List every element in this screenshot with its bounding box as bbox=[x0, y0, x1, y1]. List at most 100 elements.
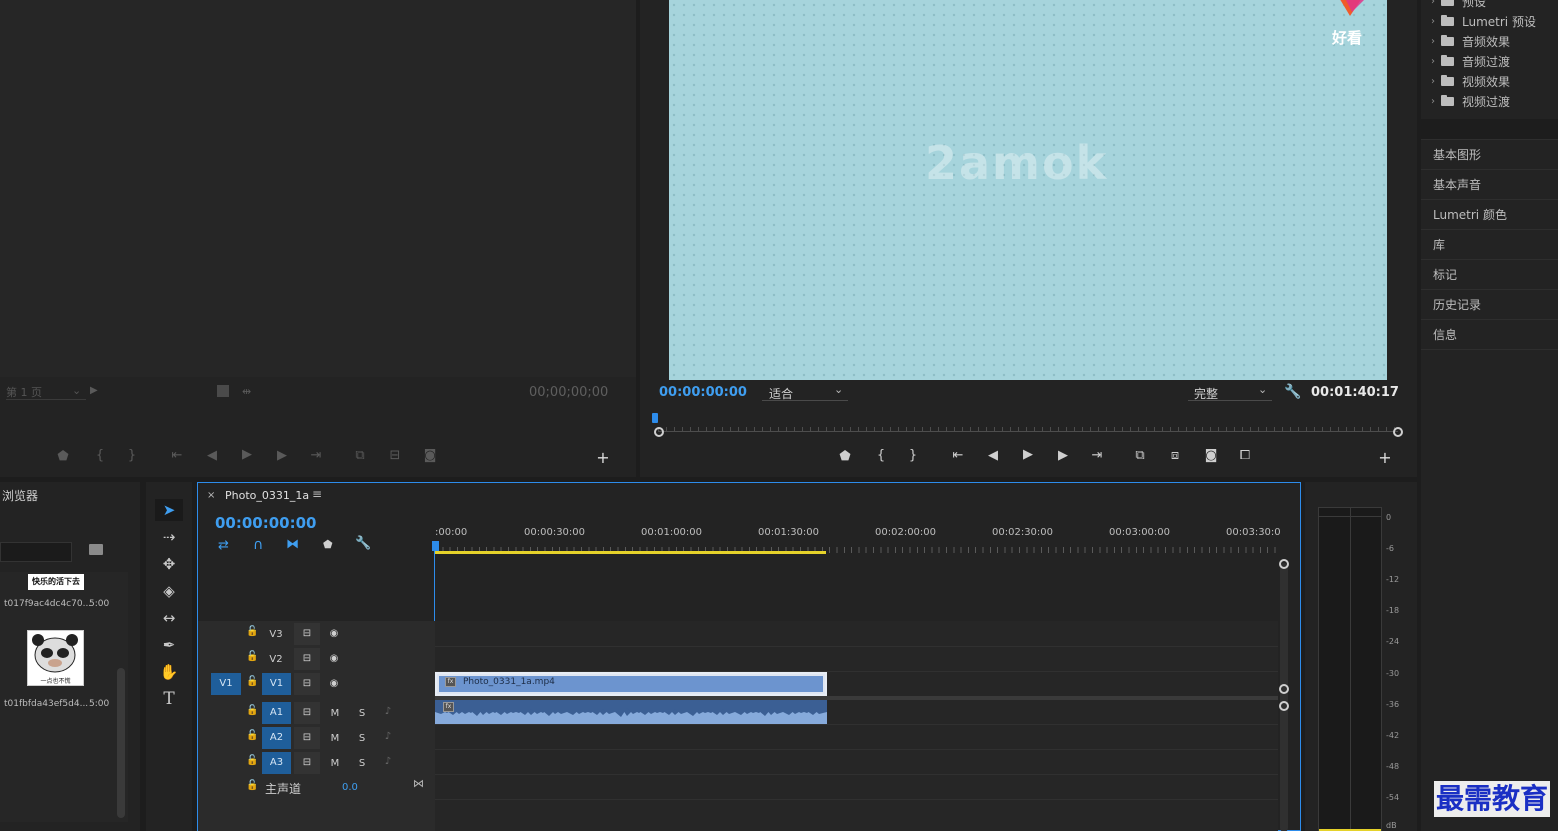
project-panel-title[interactable]: 浏览器 bbox=[2, 487, 38, 504]
tree-item-video-transitions[interactable]: › 视频过渡 bbox=[1425, 91, 1555, 111]
track-label-v3[interactable]: V3 bbox=[265, 629, 287, 640]
lock-icon[interactable]: 🔓 bbox=[246, 676, 258, 687]
panel-markers[interactable]: 标记 bbox=[1421, 259, 1558, 288]
add-button-icon[interactable]: + bbox=[1374, 448, 1396, 467]
close-icon[interactable]: × bbox=[207, 490, 215, 501]
solo-button[interactable]: S bbox=[355, 758, 369, 769]
track-label-a1[interactable]: A1 bbox=[262, 702, 291, 724]
mark-out-icon[interactable]: } bbox=[121, 448, 143, 463]
mark-out-icon[interactable]: } bbox=[902, 448, 924, 463]
tree-item-presets[interactable]: › 预设 bbox=[1425, 0, 1555, 11]
track-label-v1[interactable]: V1 bbox=[262, 673, 291, 695]
audio-clip[interactable]: fx bbox=[435, 700, 827, 724]
step-forward-icon[interactable]: ▶ bbox=[271, 448, 293, 463]
pen-tool-icon[interactable]: ✒ bbox=[155, 634, 183, 656]
extract-icon[interactable]: ⧈ bbox=[1164, 448, 1186, 463]
nest-icon[interactable]: ⇄ bbox=[218, 538, 229, 553]
tree-item-lumetri-presets[interactable]: › Lumetri 预设 bbox=[1425, 11, 1555, 31]
marker-icon[interactable]: ⬟ bbox=[834, 449, 856, 464]
mute-button[interactable]: M bbox=[328, 758, 342, 769]
panel-info[interactable]: 信息 bbox=[1421, 319, 1558, 348]
hand-tool-icon[interactable]: ✋ bbox=[155, 661, 183, 683]
scroll-handle-video[interactable] bbox=[1279, 684, 1289, 694]
lift-icon[interactable]: ⧉ bbox=[1129, 448, 1151, 463]
export-frame-icon[interactable] bbox=[217, 385, 229, 397]
snap-magnet-icon[interactable]: ∩ bbox=[253, 537, 263, 553]
step-forward-icon[interactable]: ▶ bbox=[1052, 448, 1074, 463]
mark-in-icon[interactable]: { bbox=[870, 448, 892, 463]
panel-essential-graphics[interactable]: 基本图形 bbox=[1421, 139, 1558, 168]
master-volume-value[interactable]: 0.0 bbox=[342, 782, 358, 793]
panel-essential-sound[interactable]: 基本声音 bbox=[1421, 169, 1558, 198]
project-item-thumbnail[interactable]: 快乐的活下去 bbox=[28, 574, 84, 590]
zoom-handle-right[interactable] bbox=[1393, 427, 1403, 437]
add-button-icon[interactable]: + bbox=[592, 448, 614, 467]
scroll-handle-audio[interactable] bbox=[1279, 701, 1289, 711]
track-output-icon[interactable]: ⊟ bbox=[299, 707, 315, 718]
panel-libraries[interactable]: 库 bbox=[1421, 229, 1558, 258]
compare-view-icon[interactable]: ⧠ bbox=[1234, 448, 1256, 463]
timeline-scrollbar[interactable] bbox=[1280, 563, 1288, 831]
track-label-v2[interactable]: V2 bbox=[265, 654, 287, 665]
step-back-icon[interactable]: ◀ bbox=[982, 448, 1004, 463]
track-output-icon[interactable]: ⊟ bbox=[299, 653, 315, 664]
microphone-icon[interactable]: ♪ bbox=[381, 706, 395, 717]
mark-in-icon[interactable]: { bbox=[89, 448, 111, 463]
play-small-icon[interactable]: ▶ bbox=[90, 385, 98, 396]
source-patch-v1[interactable]: V1 bbox=[211, 673, 241, 695]
project-item-name[interactable]: t01fbfda43ef5d4... bbox=[4, 699, 88, 709]
ripple-edit-tool-icon[interactable]: ✥ bbox=[155, 553, 183, 575]
marker-icon[interactable]: ⬟ bbox=[52, 449, 74, 464]
zoom-handle-left[interactable] bbox=[654, 427, 664, 437]
solo-button[interactable]: S bbox=[355, 733, 369, 744]
linked-selection-icon[interactable]: ⧓ bbox=[286, 537, 299, 552]
type-tool-icon[interactable]: T bbox=[155, 688, 183, 710]
go-to-out-icon[interactable]: ⇥ bbox=[305, 448, 327, 463]
insert-icon[interactable]: ⇹ bbox=[242, 385, 251, 398]
go-to-in-icon[interactable]: ⇤ bbox=[947, 448, 969, 463]
lock-icon[interactable]: 🔓 bbox=[246, 626, 258, 637]
insert-clip-icon[interactable]: ⧉ bbox=[349, 448, 371, 463]
page-select[interactable]: 第 1 页 ⌄ bbox=[6, 384, 86, 400]
razor-tool-icon[interactable]: ◈ bbox=[155, 580, 183, 602]
go-to-out-icon[interactable]: ⇥ bbox=[1086, 448, 1108, 463]
overwrite-clip-icon[interactable]: ⊟ bbox=[384, 448, 406, 463]
track-label-a3[interactable]: A3 bbox=[262, 752, 291, 774]
source-timecode[interactable]: 00;00;00;00 bbox=[529, 385, 608, 400]
microphone-icon[interactable]: ♪ bbox=[381, 731, 395, 742]
panel-lumetri-color[interactable]: Lumetri 颜色 bbox=[1421, 199, 1558, 228]
project-search-input[interactable] bbox=[0, 542, 72, 562]
slip-tool-icon[interactable]: ↔ bbox=[155, 607, 183, 629]
lock-icon[interactable]: 🔓 bbox=[246, 705, 258, 716]
scroll-handle-top[interactable] bbox=[1279, 559, 1289, 569]
track-output-icon[interactable]: ⊟ bbox=[299, 628, 315, 639]
tree-item-audio-effects[interactable]: › 音频效果 bbox=[1425, 31, 1555, 51]
wrench-icon[interactable]: 🔧 bbox=[1284, 384, 1301, 400]
track-output-icon[interactable]: ⊟ bbox=[299, 732, 315, 743]
eye-icon[interactable]: ◉ bbox=[326, 678, 342, 689]
step-back-icon[interactable]: ◀ bbox=[201, 448, 223, 463]
tree-item-video-effects[interactable]: › 视频效果 bbox=[1425, 71, 1555, 91]
fit-select[interactable]: 适合 ⌄ bbox=[762, 383, 848, 401]
camera-icon[interactable]: ◙ bbox=[1200, 448, 1222, 463]
go-to-edit-icon[interactable]: ⋈ bbox=[413, 777, 424, 790]
lock-icon[interactable]: 🔓 bbox=[246, 730, 258, 741]
video-clip[interactable]: fx Photo_0331_1a.mp4 bbox=[435, 672, 827, 696]
eye-icon[interactable]: ◉ bbox=[326, 653, 342, 664]
go-to-in-icon[interactable]: ⇤ bbox=[166, 448, 188, 463]
timeline-timecode[interactable]: 00:00:00:00 bbox=[215, 514, 317, 532]
camera-icon[interactable]: ◙ bbox=[419, 448, 441, 463]
play-icon[interactable]: ▶ bbox=[236, 447, 258, 462]
track-select-tool-icon[interactable]: ⇢ bbox=[155, 526, 183, 548]
playhead-handle[interactable] bbox=[432, 541, 439, 551]
track-output-icon[interactable]: ⊟ bbox=[299, 678, 315, 689]
mute-button[interactable]: M bbox=[328, 708, 342, 719]
track-label-a2[interactable]: A2 bbox=[262, 727, 291, 749]
project-scrollbar[interactable] bbox=[117, 668, 125, 818]
sequence-tab[interactable]: Photo_0331_1a bbox=[225, 489, 309, 502]
lock-icon[interactable]: 🔓 bbox=[246, 755, 258, 766]
add-marker-icon[interactable]: ⬟ bbox=[323, 538, 333, 551]
search-bin-icon[interactable] bbox=[89, 544, 103, 555]
program-timecode[interactable]: 00:00:00:00 bbox=[659, 385, 747, 400]
play-icon[interactable]: ▶ bbox=[1017, 447, 1039, 462]
